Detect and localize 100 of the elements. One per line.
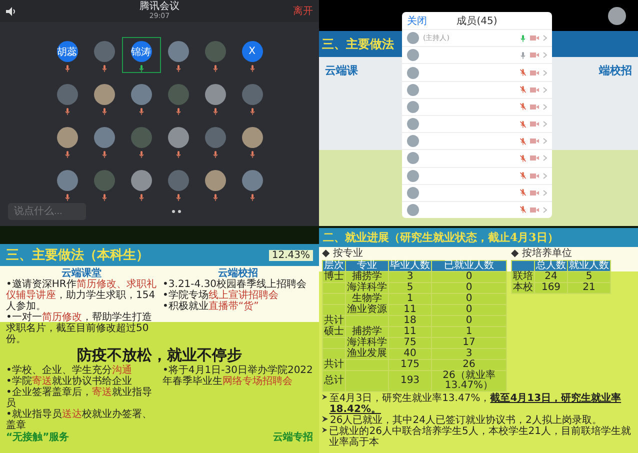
table-cell: 75 <box>388 338 432 348</box>
camera-icon <box>530 104 539 110</box>
table-cell: 11 <box>388 304 432 316</box>
table-cell <box>322 348 346 360</box>
chevron-icon <box>543 190 547 196</box>
participant-tile[interactable]: 锦涛 <box>122 38 160 72</box>
speaker-icon <box>6 6 16 16</box>
bullet-text: •一对一简历修改，帮助学生打造求职名片，截至目前修改超过50份。 <box>6 312 153 345</box>
photo-placeholder <box>204 127 226 148</box>
close-button[interactable]: 关闭 <box>407 14 437 28</box>
microphone-icon <box>212 108 218 115</box>
table-cell: 21 <box>568 282 610 294</box>
camera-icon <box>530 86 539 93</box>
rate-value: 12.43% <box>268 250 313 260</box>
microphone-icon <box>176 151 180 158</box>
photo-placeholder <box>94 84 114 105</box>
microphone-icon <box>176 108 180 115</box>
table-cell: 捕捞学 <box>346 272 388 282</box>
bullet-text: 26人已就业，其中24人已签订就业协议书，2人拟上岗录取。 <box>330 415 602 426</box>
photo-placeholder <box>407 204 419 216</box>
section-heading: 云端校招 <box>218 268 258 279</box>
camera-icon <box>530 52 539 58</box>
microphone-icon <box>64 151 70 158</box>
table-cell: 5 <box>388 282 432 294</box>
arrow-bullet-icon <box>322 415 328 423</box>
page-indicator <box>172 210 181 213</box>
chevron-icon <box>543 121 547 128</box>
microphone-icon <box>64 108 70 115</box>
table-cell: 175 <box>388 360 432 370</box>
microphone-icon <box>138 108 144 115</box>
photo-placeholder <box>204 41 226 62</box>
photo-placeholder <box>407 49 419 62</box>
column-header: 总人数 <box>534 260 568 272</box>
photo-placeholder <box>130 170 152 191</box>
microphone-icon <box>250 151 254 158</box>
photo-placeholder <box>168 41 188 62</box>
table-cell: 193 <box>388 370 432 392</box>
panel-title: 成员(45) <box>456 14 498 28</box>
avatar: 锦涛 <box>130 41 152 62</box>
photo-placeholder <box>242 170 262 191</box>
table-cell: 海洋科学 <box>346 282 388 294</box>
photo-placeholder <box>168 170 188 191</box>
camera-icon <box>530 70 539 76</box>
chevron-icon <box>543 206 547 213</box>
photo-placeholder <box>204 170 226 191</box>
table-cell: 渔业发展 <box>346 348 388 360</box>
photo-placeholder <box>94 41 114 62</box>
member-row[interactable] <box>402 63 552 81</box>
avatar: 胡蕊 <box>56 41 78 62</box>
section-heading: 云端课堂 <box>60 268 102 279</box>
chevron-icon <box>543 35 547 42</box>
bullet-text: 至4月3日，研究生就业率13.47%，截至4月13日，研究生就业率18.42%。 <box>329 393 622 415</box>
table-cell <box>322 282 346 294</box>
chevron-icon <box>543 52 547 58</box>
section-heading: “无接触”服务 <box>6 432 70 443</box>
member-row[interactable] <box>402 132 552 150</box>
bullet-text: •学院专场线上宣讲招聘会 <box>162 290 280 301</box>
table-cell: 生物学 <box>346 294 388 304</box>
participant-tile[interactable]: 胡蕊 <box>48 38 86 72</box>
microphone-icon <box>102 151 106 158</box>
camera-icon <box>530 35 539 42</box>
member-row[interactable] <box>402 98 552 115</box>
bullet-text: •积极就业直播带“货” <box>162 301 260 312</box>
member-row[interactable] <box>402 46 552 64</box>
member-row[interactable] <box>402 166 552 184</box>
microphone-icon <box>102 194 106 201</box>
table-cell: 24 <box>534 272 568 282</box>
chevron-icon <box>543 70 547 76</box>
chat-field[interactable]: 说点什么... <box>8 203 86 220</box>
photo-placeholder <box>407 152 419 164</box>
photo-placeholder <box>168 84 188 105</box>
member-row[interactable] <box>402 80 552 98</box>
photo-placeholder <box>407 135 419 148</box>
member-row[interactable] <box>402 149 552 166</box>
microphone-icon <box>138 194 144 201</box>
bullet-text: •3.21-4.30校园春季线上招聘会 <box>162 279 308 290</box>
table-cell: 0 <box>432 272 506 282</box>
photo-placeholder <box>242 127 262 148</box>
photo-placeholder <box>407 170 419 182</box>
member-row[interactable] <box>402 114 552 132</box>
microphone-icon <box>176 65 180 72</box>
camera-icon <box>530 190 539 196</box>
photo-placeholder <box>56 170 78 191</box>
member-row[interactable] <box>402 184 552 201</box>
photo-placeholder <box>168 127 188 148</box>
microphone-icon <box>212 151 218 158</box>
table-cell: 18 <box>388 316 432 326</box>
member-row[interactable] <box>402 200 552 218</box>
bullet-text: •将于4月1日-30日举办学院2022年春季毕业生网络专场招聘会 <box>162 365 313 387</box>
table-cell: 40 <box>388 348 432 360</box>
bullet-text: •就业指导员送达校就业办签署、盖章 <box>6 409 153 431</box>
table-cell: 捕捞学 <box>346 326 388 338</box>
photo-placeholder <box>407 118 419 130</box>
leave-button[interactable]: 离开 <box>293 4 313 18</box>
microphone-icon <box>138 151 144 158</box>
participant-tile[interactable]: X <box>234 38 270 72</box>
column-header: 已就业人数 <box>432 260 506 272</box>
camera-icon <box>530 172 539 179</box>
slide-title: 三、主要做法（本科生） <box>6 246 149 264</box>
microphone-icon <box>64 194 70 201</box>
